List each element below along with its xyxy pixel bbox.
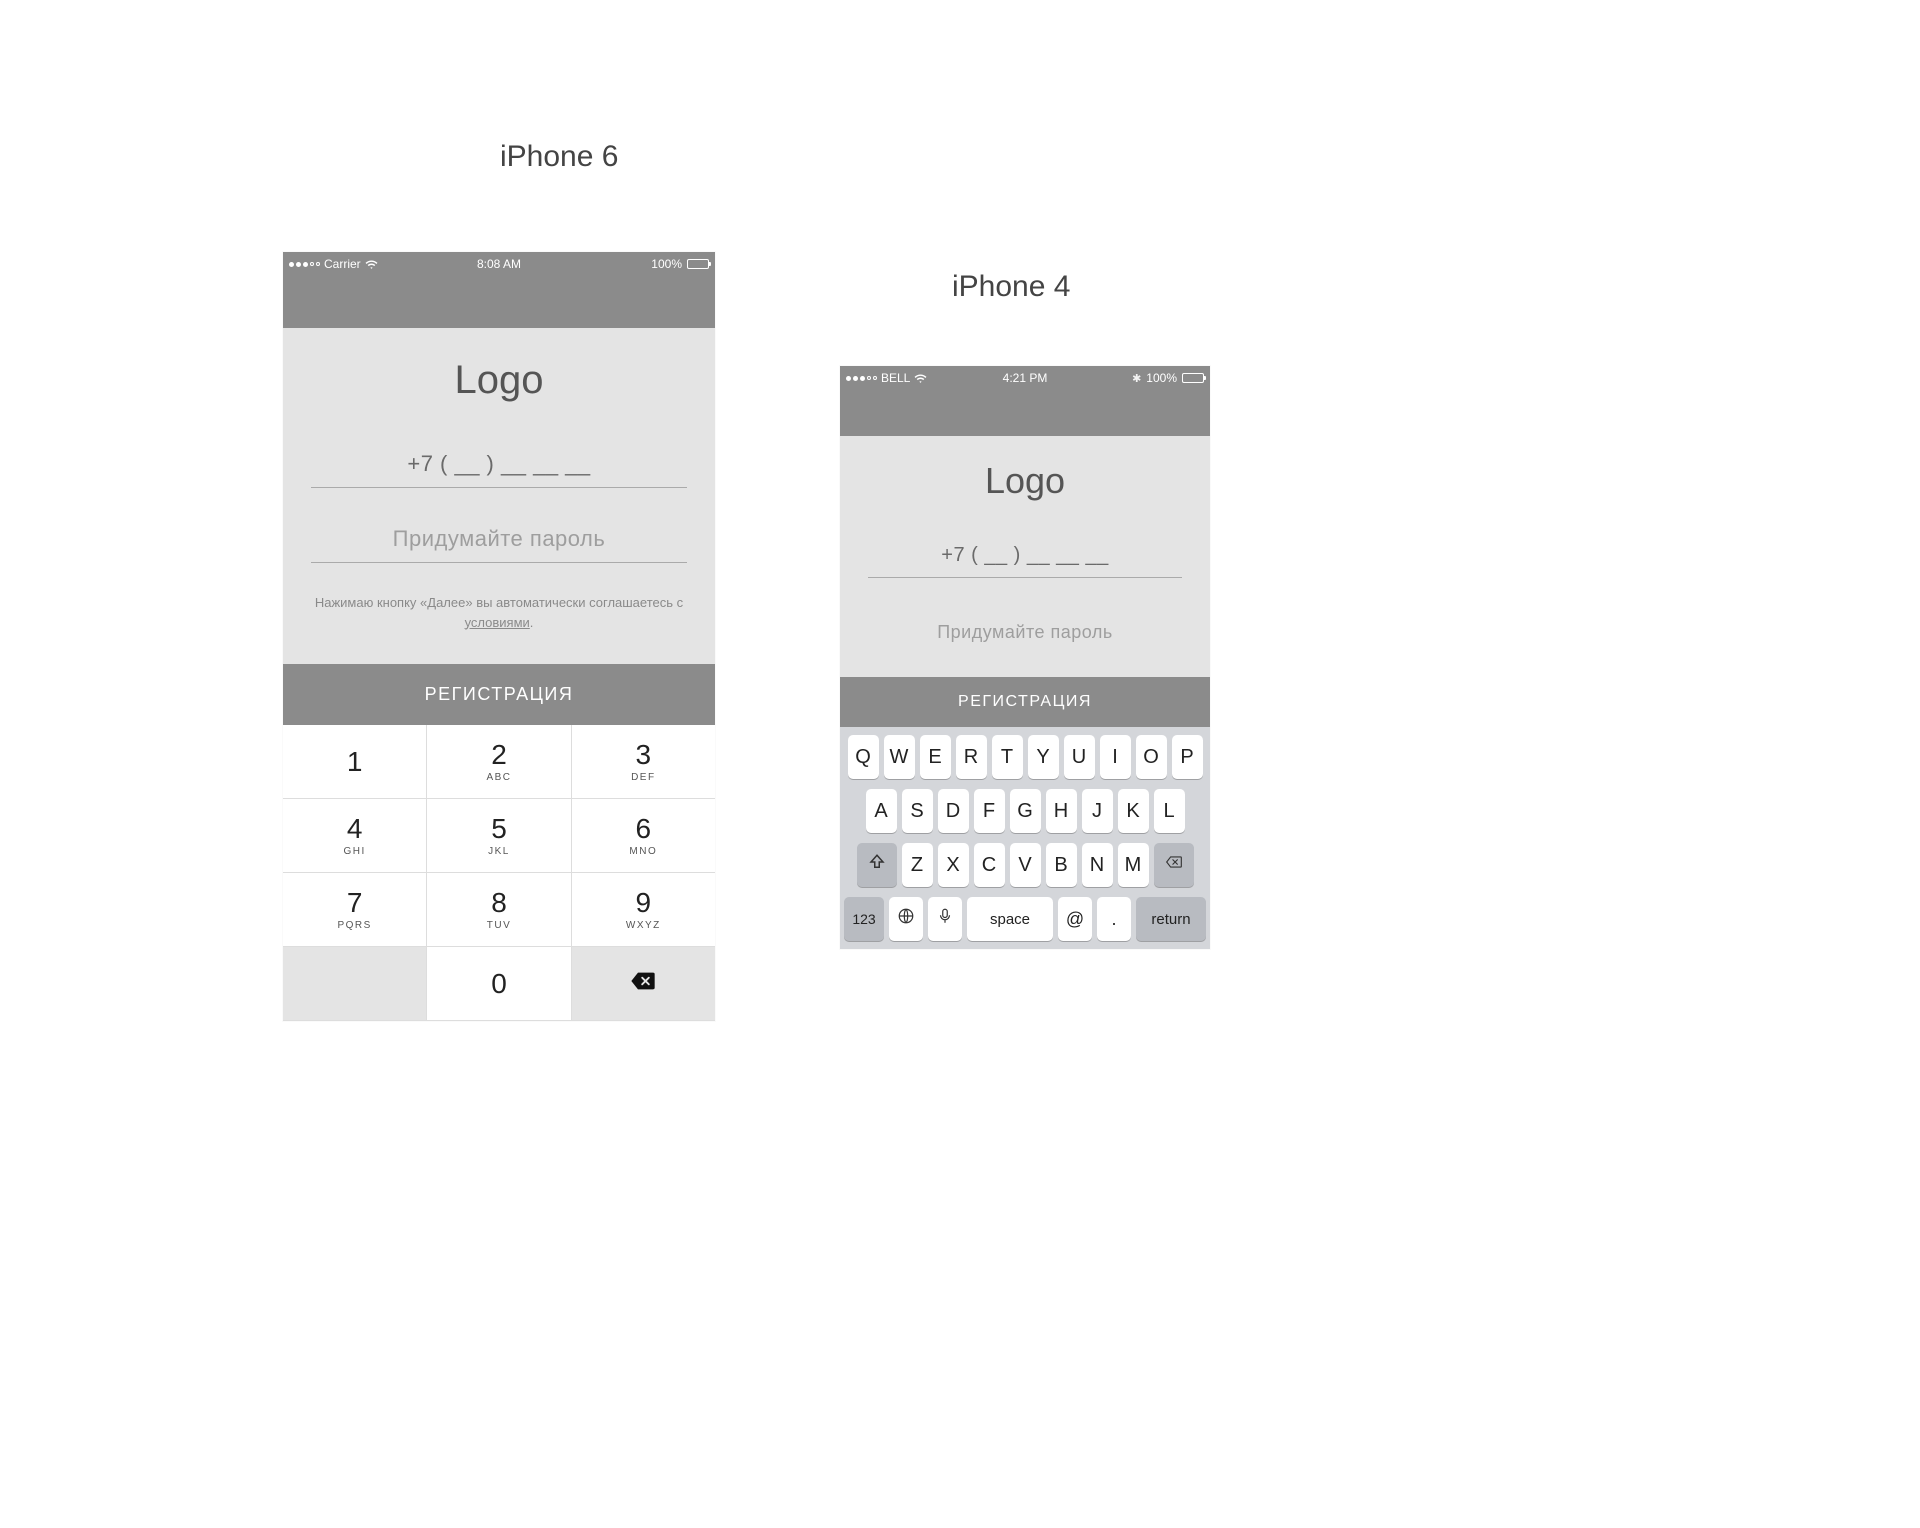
backspace-key[interactable] — [1154, 843, 1194, 887]
key-o[interactable]: O — [1136, 735, 1167, 779]
mic-icon — [936, 907, 954, 931]
register-button[interactable]: РЕГИСТРАЦИЯ — [840, 677, 1210, 727]
signal-dots-icon — [289, 262, 320, 267]
status-bar: Carrier 8:08 AM 100% — [283, 252, 715, 276]
form-content: Logo +7 ( __ ) __ __ __ Придумайте парол… — [840, 436, 1210, 677]
password-input[interactable]: Придумайте пароль — [311, 518, 687, 563]
key-a[interactable]: A — [866, 789, 897, 833]
key-i[interactable]: I — [1100, 735, 1131, 779]
backspace-icon — [629, 971, 657, 996]
status-time: 4:21 PM — [1003, 371, 1048, 385]
battery-icon — [687, 259, 709, 269]
wifi-icon — [914, 372, 927, 385]
keypad-key-0[interactable]: 0 — [427, 947, 571, 1021]
device-label-iphone4: iPhone 4 — [952, 270, 1070, 304]
space-key[interactable]: space — [967, 897, 1053, 941]
numbers-switch-key[interactable]: 123 — [844, 897, 884, 941]
key-k[interactable]: K — [1118, 789, 1149, 833]
key-x[interactable]: X — [938, 843, 969, 887]
phone-iphone6: Carrier 8:08 AM 100% Logo +7 ( __ ) __ _… — [283, 252, 715, 1021]
return-key[interactable]: return — [1136, 897, 1206, 941]
key-r[interactable]: R — [956, 735, 987, 779]
carrier-label: BELL — [881, 371, 910, 385]
globe-icon — [897, 907, 915, 931]
numeric-keypad: 12ABC3DEF 4GHI5JKL6MNO 7PQRS8TUV9WXYZ 0 — [283, 725, 715, 1021]
keypad-key-9[interactable]: 9WXYZ — [572, 873, 715, 947]
key-h[interactable]: H — [1046, 789, 1077, 833]
wifi-icon — [365, 258, 378, 271]
key-e[interactable]: E — [920, 735, 951, 779]
dot-key[interactable]: . — [1097, 897, 1131, 941]
keypad-key-8[interactable]: 8TUV — [427, 873, 571, 947]
keypad-blank — [283, 947, 427, 1021]
key-t[interactable]: T — [992, 735, 1023, 779]
key-p[interactable]: P — [1172, 735, 1203, 779]
mic-key[interactable] — [928, 897, 962, 941]
key-v[interactable]: V — [1010, 843, 1041, 887]
battery-percent: 100% — [1146, 371, 1177, 385]
keypad-key-6[interactable]: 6MNO — [572, 799, 715, 873]
status-time: 8:08 AM — [477, 257, 521, 271]
bluetooth-icon: ✱ — [1132, 372, 1141, 385]
phone-input[interactable]: +7 ( __ ) __ __ __ — [311, 443, 687, 488]
key-d[interactable]: D — [938, 789, 969, 833]
terms-text: Нажимаю кнопку «Далее» вы автоматически … — [305, 593, 693, 644]
shift-key[interactable] — [857, 843, 897, 887]
backspace-icon — [1165, 853, 1183, 877]
key-j[interactable]: J — [1082, 789, 1113, 833]
register-button[interactable]: РЕГИСТРАЦИЯ — [283, 664, 715, 725]
key-u[interactable]: U — [1064, 735, 1095, 779]
keypad-key-3[interactable]: 3DEF — [572, 725, 715, 799]
keypad-key-2[interactable]: 2ABC — [427, 725, 571, 799]
globe-key[interactable] — [889, 897, 923, 941]
qwerty-keyboard: QWERTYUIOP ASDFGHJKL ZXCVBNM 123 — [840, 727, 1210, 949]
phone-input[interactable]: +7 ( __ ) __ __ __ — [868, 536, 1182, 578]
key-m[interactable]: M — [1118, 843, 1149, 887]
status-bar: BELL 4:21 PM ✱ 100% — [840, 366, 1210, 390]
keypad-key-5[interactable]: 5JKL — [427, 799, 571, 873]
logo-text: Logo — [305, 358, 693, 403]
phone-iphone4: BELL 4:21 PM ✱ 100% Logo +7 ( __ ) __ __… — [840, 366, 1210, 949]
shift-icon — [868, 853, 886, 877]
at-key[interactable]: @ — [1058, 897, 1092, 941]
key-s[interactable]: S — [902, 789, 933, 833]
key-w[interactable]: W — [884, 735, 915, 779]
key-b[interactable]: B — [1046, 843, 1077, 887]
password-input[interactable]: Придумайте пароль — [868, 614, 1182, 653]
keypad-key-1[interactable]: 1 — [283, 725, 427, 799]
battery-percent: 100% — [651, 257, 682, 271]
key-z[interactable]: Z — [902, 843, 933, 887]
key-f[interactable]: F — [974, 789, 1005, 833]
key-n[interactable]: N — [1082, 843, 1113, 887]
terms-link[interactable]: условиями — [465, 615, 530, 630]
key-y[interactable]: Y — [1028, 735, 1059, 779]
signal-dots-icon — [846, 376, 877, 381]
form-content: Logo +7 ( __ ) __ __ __ Придумайте парол… — [283, 328, 715, 664]
device-label-iphone6: iPhone 6 — [500, 140, 618, 174]
keypad-key-7[interactable]: 7PQRS — [283, 873, 427, 947]
key-l[interactable]: L — [1154, 789, 1185, 833]
carrier-label: Carrier — [324, 257, 361, 271]
logo-text: Logo — [862, 460, 1188, 502]
key-q[interactable]: Q — [848, 735, 879, 779]
key-g[interactable]: G — [1010, 789, 1041, 833]
battery-icon — [1182, 373, 1204, 383]
nav-bar — [283, 276, 715, 328]
key-c[interactable]: C — [974, 843, 1005, 887]
keypad-key-4[interactable]: 4GHI — [283, 799, 427, 873]
keypad-backspace[interactable] — [572, 947, 715, 1021]
nav-bar — [840, 390, 1210, 436]
